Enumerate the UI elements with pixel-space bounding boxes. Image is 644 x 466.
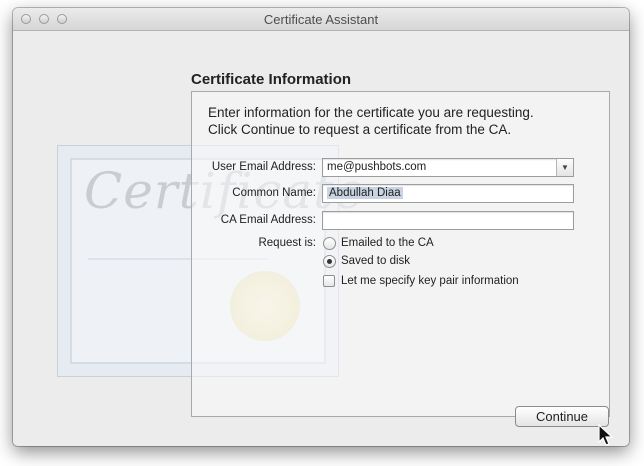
user-email-combo[interactable]: me@pushbots.com ▼ <box>322 158 574 177</box>
window-title: Certificate Assistant <box>263 12 379 27</box>
ca-email-label: CA Email Address: <box>220 214 316 226</box>
user-email-value: me@pushbots.com <box>327 161 427 173</box>
intro-text: Enter information for the certificate yo… <box>208 104 534 138</box>
request-is-label: Request is: <box>258 237 316 249</box>
radio-emailed-to-ca[interactable] <box>323 237 336 250</box>
radio-saved-to-disk-label[interactable]: Saved to disk <box>341 255 410 267</box>
intro-line-2: Click Continue to request a certificate … <box>208 122 512 137</box>
keypair-checkbox-label[interactable]: Let me specify key pair information <box>341 275 519 287</box>
common-name-label: Common Name: <box>232 187 316 199</box>
certificate-assistant-window: Certificate Assistant Certificate Certif… <box>13 8 629 446</box>
ca-email-field[interactable] <box>322 211 574 230</box>
common-name-field[interactable]: Abdullah Diaa <box>322 184 574 203</box>
radio-saved-to-disk[interactable] <box>323 255 336 268</box>
keypair-checkbox[interactable] <box>323 275 335 287</box>
window-body: Certificate Certificate Information Ente… <box>13 31 629 446</box>
form-panel: Enter information for the certificate yo… <box>191 91 610 417</box>
intro-line-1: Enter information for the certificate yo… <box>208 105 534 120</box>
user-email-label: User Email Address: <box>211 161 316 173</box>
chevron-down-icon[interactable]: ▼ <box>556 159 573 176</box>
radio-selected-dot <box>327 259 332 264</box>
title-bar: Certificate Assistant <box>13 8 629 31</box>
continue-button[interactable]: Continue <box>515 406 609 427</box>
pointer-cursor-icon <box>598 424 614 446</box>
common-name-value: Abdullah Diaa <box>327 187 403 199</box>
section-title: Certificate Information <box>191 71 352 88</box>
radio-emailed-to-ca-label[interactable]: Emailed to the CA <box>341 237 434 249</box>
